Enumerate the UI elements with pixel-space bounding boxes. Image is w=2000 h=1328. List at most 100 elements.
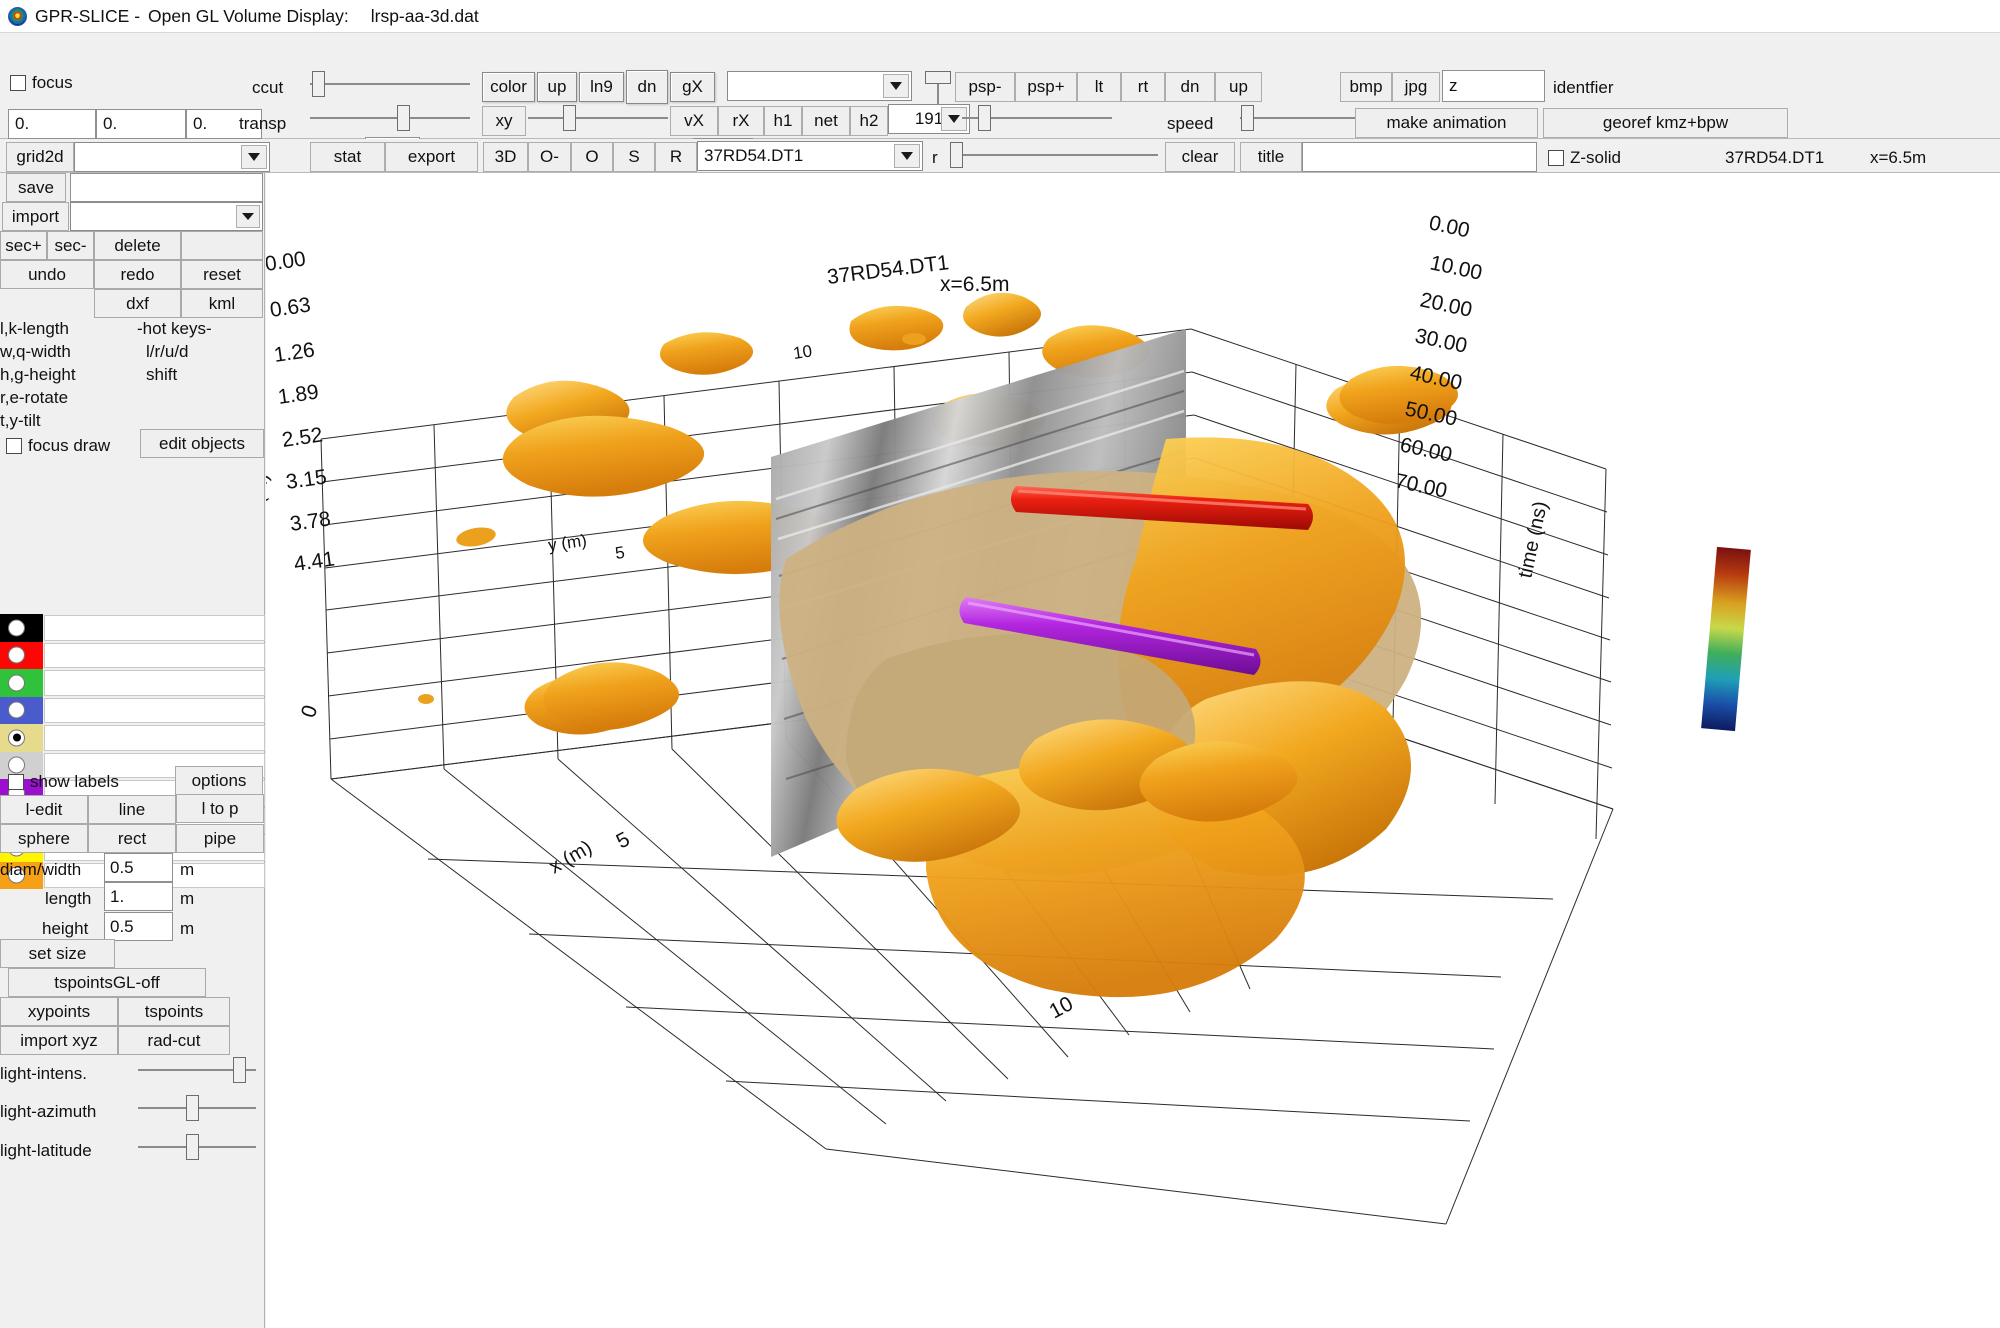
speed-slider-thumb[interactable] bbox=[1241, 105, 1254, 131]
chevron-down-icon[interactable] bbox=[236, 205, 260, 228]
xypoints-button[interactable]: xypoints bbox=[0, 997, 118, 1026]
color-row[interactable] bbox=[0, 669, 265, 697]
color-swatch-blue[interactable] bbox=[0, 696, 43, 724]
ln9-button[interactable]: ln9 bbox=[579, 72, 624, 102]
z-solid-checkbox-box[interactable] bbox=[1548, 150, 1564, 166]
xy-slider[interactable] bbox=[528, 105, 668, 131]
color-radio-khaki[interactable] bbox=[8, 729, 25, 747]
r-slider-thumb[interactable] bbox=[950, 142, 963, 168]
focus-checkbox-box[interactable] bbox=[10, 75, 26, 91]
net-button[interactable]: net bbox=[802, 106, 850, 136]
color-swatch-khaki[interactable] bbox=[0, 724, 43, 752]
z-solid-checkbox[interactable]: Z-solid bbox=[1548, 148, 1621, 168]
show-labels-checkbox-box[interactable] bbox=[8, 774, 24, 790]
rad-cut-button[interactable]: rad-cut bbox=[118, 1026, 230, 1055]
color-row[interactable] bbox=[0, 696, 265, 724]
title-field[interactable] bbox=[1302, 142, 1537, 172]
sec-minus-button[interactable]: sec- bbox=[47, 231, 94, 260]
title-button[interactable]: title bbox=[1240, 142, 1302, 172]
color-label-field-red[interactable] bbox=[44, 642, 265, 668]
options-button[interactable]: options bbox=[175, 766, 263, 795]
dxf-button[interactable]: dxf bbox=[94, 289, 181, 318]
lt-button[interactable]: lt bbox=[1077, 72, 1121, 102]
xy-slider-thumb[interactable] bbox=[563, 105, 576, 131]
show-labels-checkbox[interactable]: show labels bbox=[8, 772, 119, 792]
export-button[interactable]: export bbox=[385, 142, 478, 172]
psp-slider[interactable] bbox=[962, 105, 1112, 131]
coord-y0-field[interactable]: 0. bbox=[96, 109, 186, 139]
set-size-button[interactable]: set size bbox=[0, 939, 115, 968]
edit-objects-button[interactable]: edit objects bbox=[140, 429, 264, 458]
jpg-button[interactable]: jpg bbox=[1392, 72, 1440, 102]
ccut-slider[interactable] bbox=[310, 71, 470, 97]
chevron-down-icon[interactable] bbox=[241, 145, 267, 169]
r-button[interactable]: R bbox=[655, 142, 697, 172]
file-combo[interactable]: 37RD54.DT1 bbox=[697, 141, 923, 171]
h2-button[interactable]: h2 bbox=[850, 106, 888, 136]
sphere-button[interactable]: sphere bbox=[0, 824, 88, 853]
color-radio-black[interactable] bbox=[8, 619, 25, 637]
georef-kmz-bpw-button[interactable]: georef kmz+bpw bbox=[1543, 108, 1788, 138]
color-button[interactable]: color bbox=[482, 72, 535, 102]
color-row[interactable] bbox=[0, 641, 265, 669]
xy-button[interactable]: xy bbox=[482, 106, 526, 136]
focus-draw-checkbox[interactable]: focus draw bbox=[6, 436, 110, 456]
sec-plus-button[interactable]: sec+ bbox=[0, 231, 47, 260]
light-intens-slider[interactable] bbox=[138, 1057, 256, 1083]
tspointsgl-off-button[interactable]: tspointsGL-off bbox=[8, 968, 206, 997]
dn2-button[interactable]: dn bbox=[1165, 72, 1215, 102]
light-azimuth-slider-thumb[interactable] bbox=[186, 1095, 199, 1121]
ccut-slider-thumb[interactable] bbox=[312, 71, 325, 97]
chevron-down-icon[interactable] bbox=[883, 74, 909, 98]
reset-button[interactable]: reset bbox=[181, 260, 263, 289]
rt-button[interactable]: rt bbox=[1121, 72, 1165, 102]
psp-plus-button[interactable]: psp+ bbox=[1015, 72, 1077, 102]
h2-value-combo[interactable]: 191 bbox=[888, 104, 970, 134]
color-label-field-black[interactable] bbox=[44, 615, 265, 641]
color-row[interactable] bbox=[0, 614, 265, 642]
focus-checkbox[interactable]: focus bbox=[10, 73, 73, 93]
grid2d-button[interactable]: grid2d bbox=[6, 142, 74, 172]
light-intens-slider-thumb[interactable] bbox=[233, 1057, 246, 1083]
gX-button[interactable]: gX bbox=[670, 72, 715, 102]
vX-button[interactable]: vX bbox=[670, 106, 718, 136]
height-field[interactable]: 0.5 bbox=[104, 912, 173, 941]
dn-button[interactable]: dn bbox=[626, 70, 668, 104]
color-label-field-khaki[interactable] bbox=[44, 725, 265, 751]
length-field[interactable]: 1. bbox=[104, 882, 173, 911]
o-minus-button[interactable]: O- bbox=[528, 142, 571, 172]
z-field[interactable]: z bbox=[1442, 70, 1545, 102]
3d-scene[interactable]: 0.00 0.63 1.26 1.89 2.52 3.15 3.78 4.41 … bbox=[266, 139, 2000, 1328]
focus-draw-checkbox-box[interactable] bbox=[6, 438, 22, 454]
color-swatch-red[interactable] bbox=[0, 641, 43, 669]
palette-combo[interactable] bbox=[727, 71, 912, 101]
grid2d-combo[interactable] bbox=[74, 142, 270, 172]
light-azimuth-slider[interactable] bbox=[138, 1095, 256, 1121]
up2-button[interactable]: up bbox=[1215, 72, 1262, 102]
make-animation-button[interactable]: make animation bbox=[1355, 108, 1538, 138]
save-button[interactable]: save bbox=[6, 173, 66, 202]
tspoints-button[interactable]: tspoints bbox=[118, 997, 230, 1026]
up-button[interactable]: up bbox=[537, 72, 577, 102]
rX-button[interactable]: rX bbox=[718, 106, 764, 136]
import-combo[interactable] bbox=[70, 202, 263, 231]
psp-slider-thumb[interactable] bbox=[978, 105, 991, 131]
transp-slider-thumb[interactable] bbox=[397, 105, 410, 131]
color-radio-blue[interactable] bbox=[8, 701, 25, 719]
psp-minus-button[interactable]: psp- bbox=[955, 72, 1015, 102]
transp-slider[interactable] bbox=[310, 105, 470, 131]
chevron-down-icon[interactable] bbox=[894, 144, 920, 168]
s-button[interactable]: S bbox=[613, 142, 655, 172]
stat-button[interactable]: stat bbox=[310, 142, 385, 172]
diam-width-field[interactable]: 0.5 bbox=[104, 853, 173, 882]
l-edit-button[interactable]: l-edit bbox=[0, 795, 88, 824]
light-latitude-slider-thumb[interactable] bbox=[186, 1134, 199, 1160]
rect-button[interactable]: rect bbox=[88, 824, 176, 853]
import-xyz-button[interactable]: import xyz bbox=[0, 1026, 118, 1055]
bmp-button[interactable]: bmp bbox=[1340, 72, 1392, 102]
3d-button[interactable]: 3D bbox=[483, 142, 528, 172]
redo-button[interactable]: redo bbox=[94, 260, 181, 289]
kml-button[interactable]: kml bbox=[181, 289, 263, 318]
side-vslider-thumb[interactable] bbox=[925, 71, 951, 84]
o-button[interactable]: O bbox=[571, 142, 613, 172]
